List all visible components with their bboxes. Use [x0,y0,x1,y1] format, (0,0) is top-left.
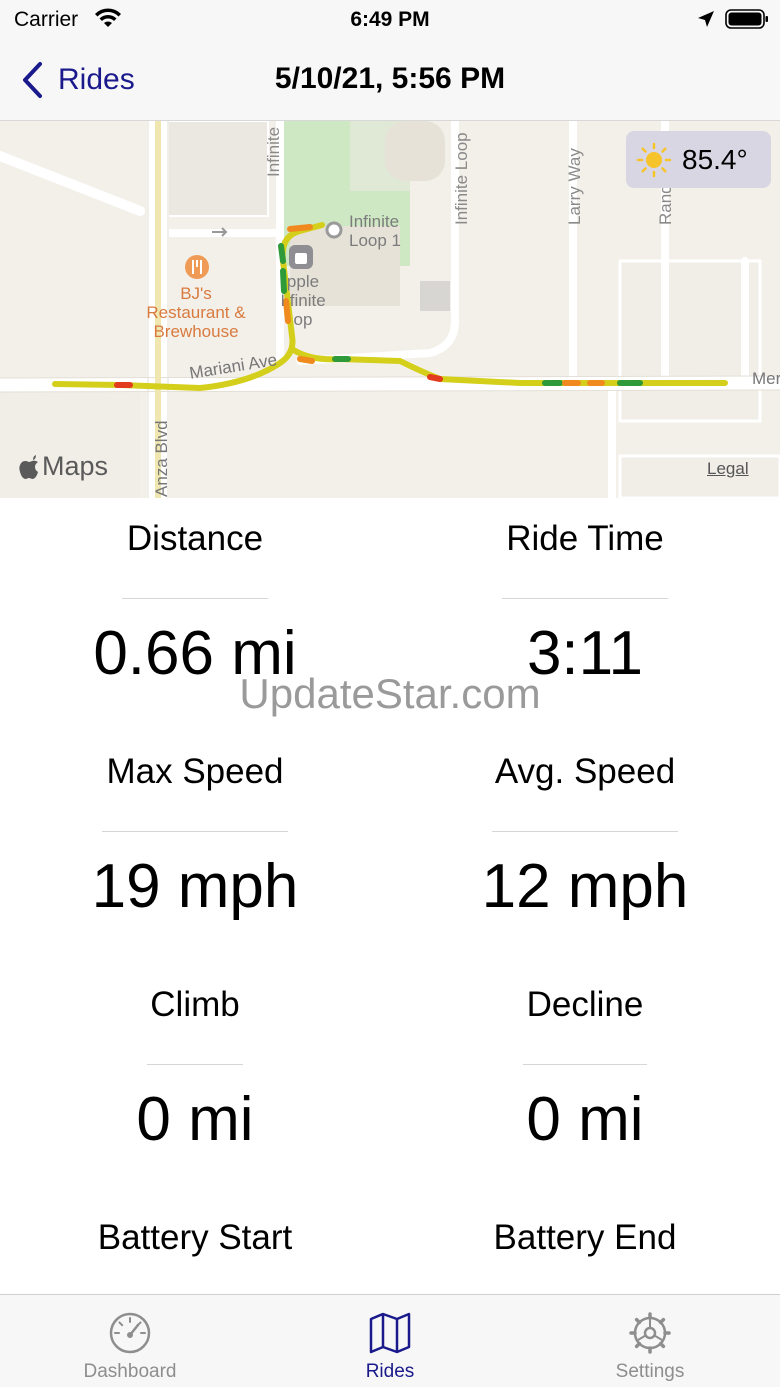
stat-battery-start: Battery Start [0,1205,390,1294]
poi-restaurant-label[interactable]: BJ's Restaurant & Brewhouse [136,284,256,341]
page-title: 5/10/21, 5:56 PM [274,62,506,95]
tab-bar: Dashboard Rides Settings [0,1294,780,1387]
poi-apple-label[interactable]: pple I finite op [270,272,336,329]
stat-avg-speed-label: Avg. Speed [494,752,676,791]
status-time: 6:49 PM [350,8,430,31]
tab-settings[interactable]: Settings [520,1295,780,1387]
ride-map[interactable]: Infinite Infinite Loop Larry Way Randy L… [0,121,780,498]
stat-max-speed-value: 19 mph [91,852,299,921]
stat-avg-speed: Avg. Speed 12 mph [390,739,780,942]
stat-climb: Climb 0 mi [0,972,390,1175]
location-arrow-icon [698,11,714,27]
stat-distance-label: Distance [126,519,264,558]
street-label-infinite-loop: Infinite Loop [452,132,471,225]
ride-stats: Distance 0.66 mi Ride Time 3:11 Max Spee… [0,498,780,1294]
tab-dashboard[interactable]: Dashboard [0,1295,260,1387]
stat-climb-label: Climb [150,985,240,1024]
gear-icon [629,1312,671,1354]
stat-decline: Decline 0 mi [390,972,780,1175]
street-label-mer: Mer [752,369,780,388]
apple-maps-logo: Maps [18,451,108,482]
tab-dashboard-label: Dashboard [83,1361,177,1382]
poi-infinite-loop-label[interactable]: Infinite Loop 1 [349,212,401,250]
tab-rides-label: Rides [365,1361,415,1382]
stat-climb-value: 0 mi [136,1085,254,1154]
navigation-bar: Rides 5/10/21, 5:56 PM [0,40,780,121]
tab-settings-label: Settings [615,1361,685,1382]
speedometer-icon [109,1312,151,1354]
apple-logo-icon [19,454,38,479]
stat-battery-end: Battery End [390,1205,780,1294]
stat-decline-label: Decline [526,985,644,1024]
weather-temperature: 85.4° [682,143,748,175]
watermark: UpdateStar.com [239,670,541,717]
legal-link[interactable]: Legal [707,459,749,479]
stat-max-speed-label: Max Speed [106,752,284,791]
stat-battery-end-label: Battery End [493,1218,677,1257]
stat-max-speed: Max Speed 19 mph [0,739,390,942]
stat-decline-value: 0 mi [526,1085,644,1154]
street-label-anza-blvd: Anza Blvd [152,420,171,497]
tab-rides[interactable]: Rides [260,1295,520,1387]
street-label-larry-way: Larry Way [565,148,584,225]
status-bar: Carrier 6:49 PM [0,0,780,40]
stat-battery-start-label: Battery Start [97,1218,293,1257]
maps-brand-label: Maps [42,451,109,481]
sun-icon [636,142,672,177]
street-label-infinite-vertical: Infinite [264,126,283,177]
stat-avg-speed-value: 12 mph [481,852,689,921]
map-icon [369,1312,411,1354]
weather-badge: 85.4° [626,131,771,188]
battery-icon [725,9,768,29]
stat-ride-time-label: Ride Time [506,519,664,558]
